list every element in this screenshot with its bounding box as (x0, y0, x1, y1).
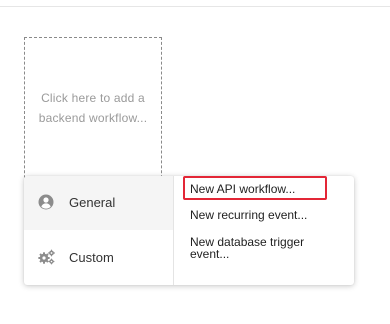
category-list: General Custom (24, 176, 174, 285)
category-general-label: General (69, 195, 116, 210)
category-custom-label: Custom (69, 250, 114, 265)
option-new-recurring-event[interactable]: New recurring event... (190, 209, 307, 221)
option-new-database-trigger-event[interactable]: New database trigger event... (190, 236, 330, 260)
option-list: New API workflow... New recurring event.… (174, 176, 354, 285)
user-circle-icon (38, 194, 54, 210)
placeholder-text: Click here to add a backend workflow... (38, 91, 148, 125)
workflow-type-menu: General Custom New API workflow... New r… (24, 176, 354, 285)
category-custom[interactable]: Custom (24, 231, 173, 285)
option-new-api-workflow[interactable]: New API workflow... (190, 183, 295, 195)
category-general[interactable]: General (24, 176, 173, 230)
top-divider (0, 6, 390, 7)
gears-icon (38, 249, 55, 265)
add-backend-workflow-placeholder[interactable]: Click here to add a backend workflow... (24, 37, 162, 193)
